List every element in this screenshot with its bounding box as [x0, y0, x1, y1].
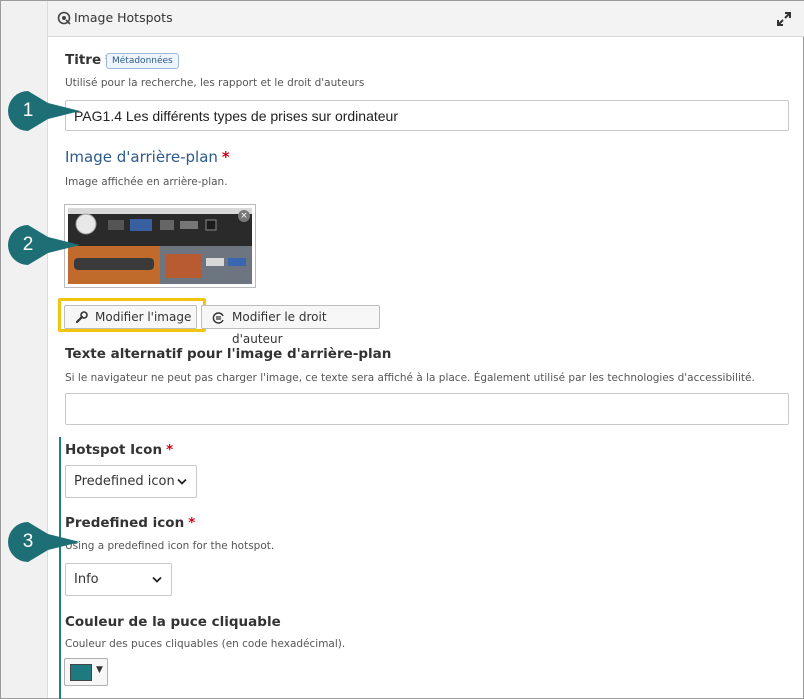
remove-image-icon[interactable]: ×: [238, 210, 250, 222]
hotspot-color-label: Couleur de la puce cliquable: [65, 614, 281, 630]
predefined-icon-select[interactable]: Info: [65, 563, 172, 596]
alt-text-description: Si le navigateur ne peut pas charger l'i…: [65, 372, 755, 384]
panel-title: Image Hotspots: [74, 10, 173, 25]
alt-text-label: Texte alternatif pour l'image d'arrière-…: [65, 346, 392, 362]
predefined-icon-label: Predefined icon *: [65, 515, 196, 531]
titre-input[interactable]: PAG1.4 Les différents types de prises su…: [65, 100, 789, 131]
edit-image-button[interactable]: Modifier l'image: [64, 305, 197, 329]
wrench-icon: [75, 311, 88, 324]
background-image-thumbnail[interactable]: ×: [64, 204, 256, 288]
copyright-icon: [212, 312, 224, 324]
edit-copyright-button[interactable]: Modifier le droit d'auteur: [201, 305, 380, 346]
hotspot-settings-accent-line: [59, 437, 61, 699]
hotspot-color-description: Couleur des puces cliquables (en code he…: [65, 638, 346, 650]
predefined-icon-description: Using a predefined icon for the hotspot.: [65, 540, 275, 552]
alt-text-input[interactable]: [65, 393, 789, 425]
callout-2: 2: [4, 223, 82, 267]
background-image-description: Image affichée en arrière-plan.: [65, 176, 228, 188]
background-image-label: Image d'arrière-plan *: [65, 148, 230, 166]
hotspot-icon-select[interactable]: Predefined icon: [65, 465, 197, 498]
callout-1: 1: [4, 89, 82, 133]
chevron-down-icon: [177, 478, 187, 485]
color-swatch: [70, 664, 92, 681]
expand-icon[interactable]: [776, 11, 792, 27]
metadata-badge[interactable]: Métadonnées: [106, 53, 179, 69]
hotspot-color-picker[interactable]: ▼: [64, 658, 108, 686]
chevron-down-icon: [152, 576, 162, 583]
titre-description: Utilisé pour la recherche, les rapport e…: [65, 77, 365, 89]
thumbnail-image: [68, 208, 252, 284]
hotspot-icon-label: Hotspot Icon *: [65, 442, 174, 458]
panel-header: Image Hotspots: [48, 1, 804, 37]
callout-3: 3: [4, 520, 82, 564]
hotspot-icon: [57, 11, 71, 25]
caret-down-icon: ▼: [96, 665, 103, 675]
